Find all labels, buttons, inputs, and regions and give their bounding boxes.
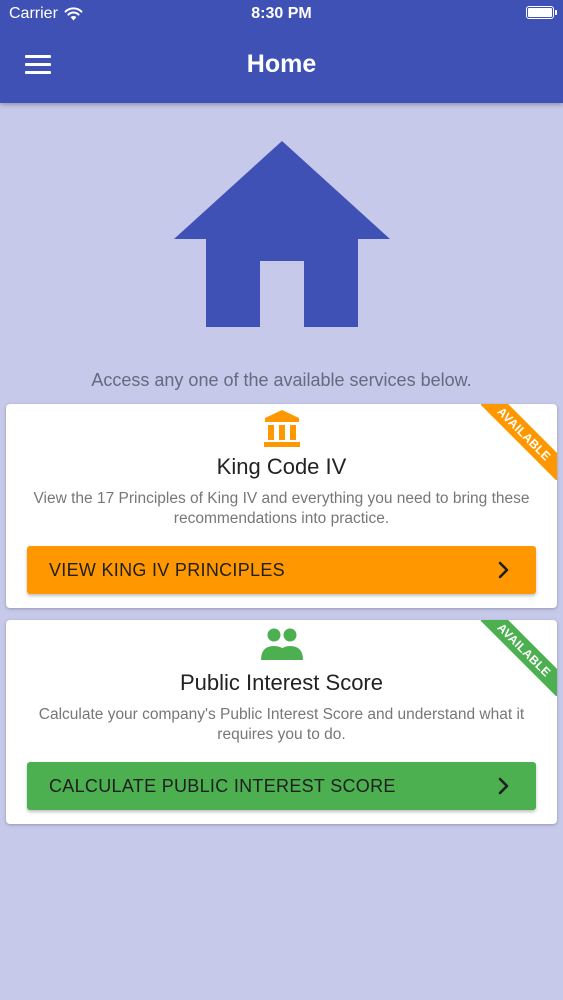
card-description: Calculate your company's Public Interest… (38, 706, 525, 743)
card-title: King Code IV (216, 454, 347, 479)
view-king-iv-principles-button[interactable]: VIEW KING IV PRINCIPLES (27, 546, 536, 594)
button-label: VIEW KING IV PRINCIPLES (49, 559, 285, 580)
status-time: 8:30 PM (251, 5, 312, 22)
available-ribbon: AVAILABLE (481, 620, 557, 696)
battery-icon (526, 6, 557, 19)
calculate-public-interest-score-button[interactable]: CALCULATE PUBLIC INTEREST SCORE (27, 762, 536, 810)
bank-icon (263, 410, 300, 447)
card-title: Public Interest Score (180, 670, 383, 695)
chevron-right-icon (494, 776, 514, 796)
card-icon-wrap (6, 410, 557, 450)
button-label: CALCULATE PUBLIC INTEREST SCORE (49, 775, 396, 796)
home-icon (174, 141, 390, 327)
ribbon-label: AVAILABLE (481, 620, 557, 696)
app-bar: Carrier 8:30 PM Home (0, 0, 563, 103)
card-icon-wrap (6, 626, 557, 666)
card-description: View the 17 Principles of King IV and ev… (33, 490, 530, 527)
available-ribbon: AVAILABLE (481, 404, 557, 480)
page-title: Home (246, 50, 317, 78)
people-icon (260, 628, 303, 660)
status-bar: Carrier 8:30 PM (0, 0, 563, 30)
intro-text: Access any one of the available services… (91, 370, 472, 390)
chevron-right-icon (494, 560, 514, 580)
ribbon-label: AVAILABLE (481, 404, 557, 480)
service-card-king-code: King Code IV View the 17 Principles of K… (6, 404, 557, 608)
service-card-public-interest-score: Public Interest Score Calculate your com… (6, 620, 557, 824)
